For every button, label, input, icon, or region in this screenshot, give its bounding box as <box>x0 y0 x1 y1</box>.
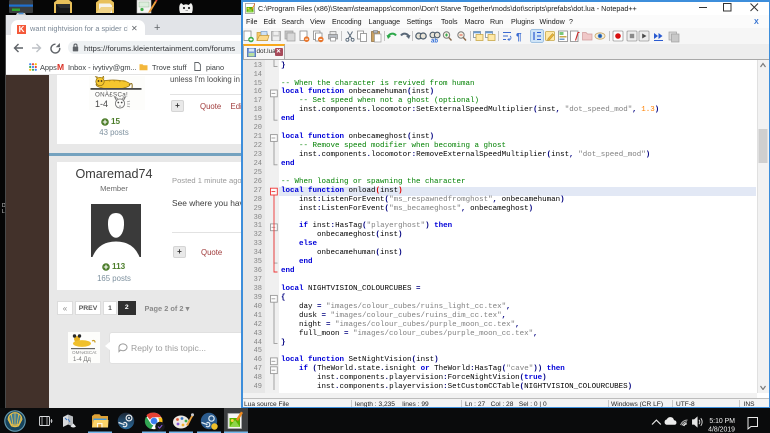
svg-text:ONÀ£SCa!: ONÀ£SCa! <box>95 91 128 98</box>
svg-text:5:10 PM: 5:10 PM <box>709 418 735 425</box>
svg-text:¶: ¶ <box>516 32 522 43</box>
svg-text:4/8/2019: 4/8/2019 <box>708 426 735 433</box>
svg-text:1-4 Дд: 1-4 Дд <box>73 357 91 363</box>
svg-text:OM¾€SCAt: OM¾€SCAt <box>72 350 97 355</box>
svg-text:1-4: 1-4 <box>95 99 108 109</box>
svg-text:ab: ab <box>431 39 438 44</box>
